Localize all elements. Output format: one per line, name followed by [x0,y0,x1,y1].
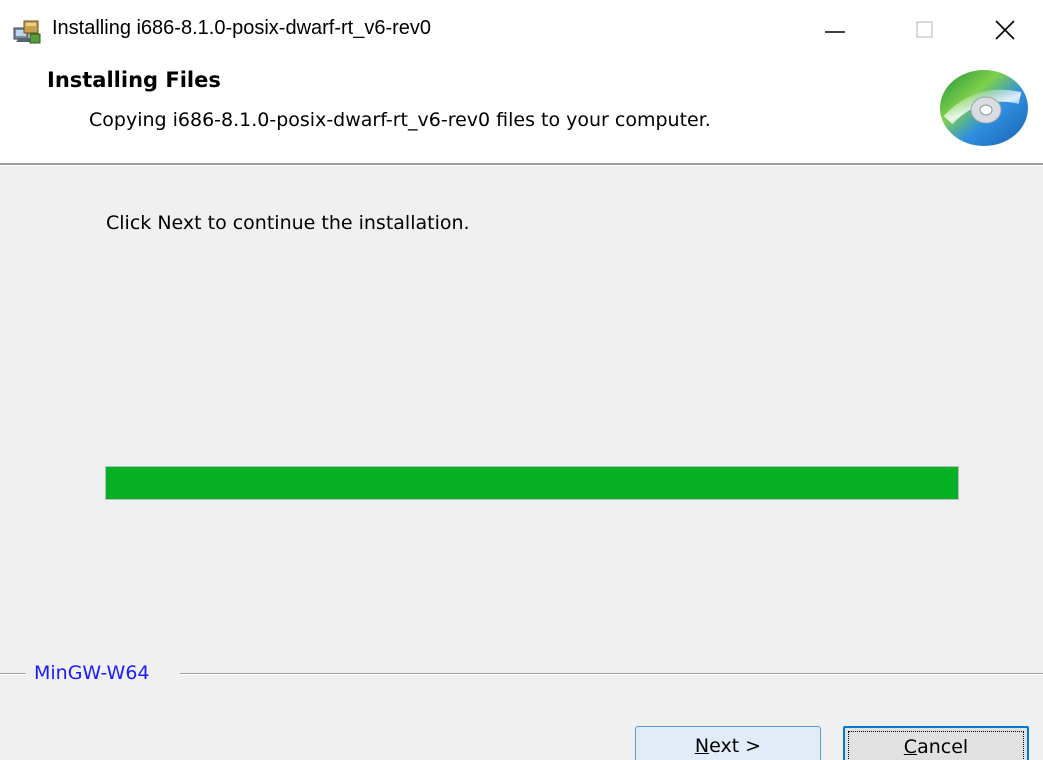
minimize-icon [825,31,845,33]
title-bar[interactable]: Installing i686-8.1.0-posix-dwarf-rt_v6-… [0,0,1043,60]
branding-text: MinGW-W64 [34,662,150,684]
close-button[interactable] [960,0,1043,60]
page-subtitle: Copying i686-8.1.0-posix-dwarf-rt_v6-rev… [89,109,711,131]
close-icon [995,20,1015,40]
wizard-header: Installing Files Copying i686-8.1.0-posi… [0,60,1043,163]
maximize-button[interactable] [880,0,970,60]
progress-bar [105,466,959,500]
page-title: Installing Files [47,68,221,92]
wizard-body: Click Next to continue the installation.… [0,166,1043,760]
progress-fill [106,467,958,499]
cancel-button-label: Cancel [903,736,969,758]
installer-icon [13,20,41,44]
disc-icon [940,70,1028,146]
window-title: Installing i686-8.1.0-posix-dwarf-rt_v6-… [52,17,432,39]
minimize-button[interactable] [790,0,880,60]
next-button[interactable]: Next > [635,726,821,760]
next-button-label: Next > [694,735,762,757]
branding-divider-right [180,673,1043,675]
maximize-icon [916,21,933,38]
branding-divider-left [0,673,26,675]
installer-window: Installing i686-8.1.0-posix-dwarf-rt_v6-… [0,0,1043,760]
cancel-button[interactable]: Cancel [843,726,1029,760]
instruction-text: Click Next to continue the installation. [106,212,470,234]
